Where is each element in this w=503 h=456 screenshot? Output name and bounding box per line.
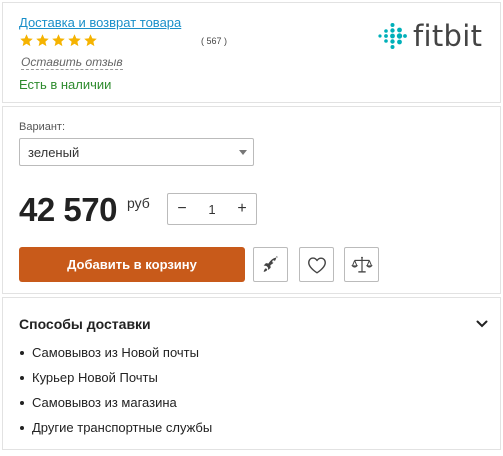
variant-select[interactable]: зеленый (19, 138, 254, 166)
price-value: 42 570 (19, 191, 117, 228)
quantity-decrease-button[interactable]: − (168, 200, 196, 218)
list-item: Курьер Новой Почты (19, 365, 212, 390)
heart-icon (307, 256, 326, 273)
wishlist-button[interactable] (299, 247, 334, 282)
list-item: Самовывоз из магазина (19, 390, 212, 415)
compare-button[interactable] (344, 247, 379, 282)
rating-stars[interactable] (19, 33, 98, 48)
delivery-methods-title[interactable]: Способы доставки (19, 316, 151, 332)
dropdown-arrow-icon (239, 150, 247, 155)
stock-status: Есть в наличии (19, 77, 112, 92)
scales-icon (350, 256, 373, 273)
price-currency: руб (127, 195, 150, 211)
list-item: Другие транспортные службы (19, 415, 212, 440)
star-icon[interactable] (19, 33, 34, 48)
brand-name: fitbit (413, 19, 483, 53)
rocket-icon (263, 255, 278, 272)
star-icon[interactable] (83, 33, 98, 48)
variant-selected-value: зеленый (28, 145, 80, 160)
variant-label: Вариант: (19, 121, 66, 133)
quick-buy-button[interactable] (253, 247, 288, 282)
fitbit-dots-icon (378, 23, 407, 49)
brand-logo: fitbit (377, 19, 482, 53)
review-count: ( 567 ) (201, 36, 228, 46)
quantity-stepper: − 1 + (167, 193, 257, 225)
star-icon[interactable] (67, 33, 82, 48)
product-info-panel: Доставка и возврат товара ( 567 ) Остави… (2, 2, 501, 103)
star-icon[interactable] (35, 33, 50, 48)
star-icon[interactable] (51, 33, 66, 48)
add-to-cart-button[interactable]: Добавить в корзину (19, 247, 245, 282)
quantity-input[interactable]: 1 (196, 202, 228, 217)
chevron-down-icon[interactable] (476, 318, 488, 330)
purchase-panel: Вариант: зеленый 42 570 руб − 1 + Добави… (2, 106, 501, 294)
list-item: Самовывоз из Новой почты (19, 340, 212, 365)
write-review-link[interactable]: Оставить отзыв (21, 55, 123, 70)
delivery-methods-panel: Способы доставки Самовывоз из Новой почт… (2, 297, 501, 450)
delivery-return-link[interactable]: Доставка и возврат товара (19, 15, 181, 30)
quantity-increase-button[interactable]: + (228, 200, 256, 218)
delivery-methods-list: Самовывоз из Новой почты Курьер Новой По… (19, 340, 212, 440)
